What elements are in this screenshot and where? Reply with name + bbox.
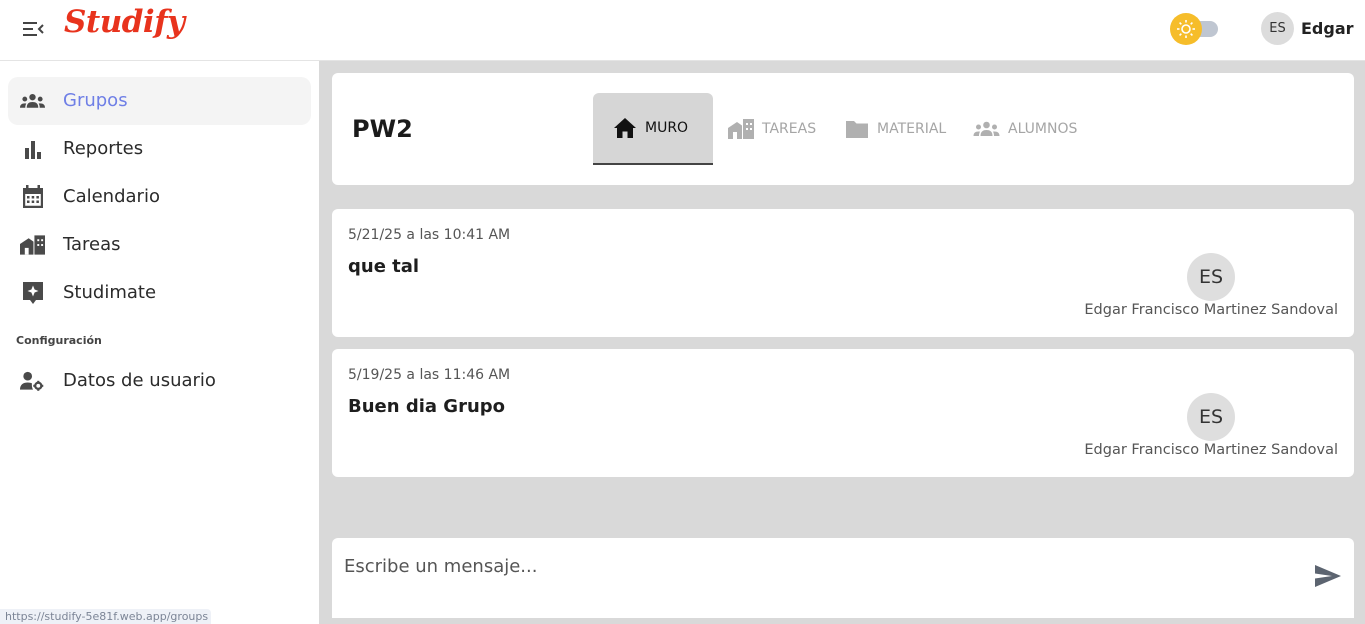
sun-icon: [1170, 13, 1202, 45]
send-icon[interactable]: [1314, 564, 1344, 590]
tab-label: ALUMNOS: [1008, 121, 1078, 137]
message-composer: [332, 538, 1354, 618]
sidebar-item-label: Calendario: [63, 186, 160, 207]
tasks-icon: [728, 118, 754, 140]
logo[interactable]: Studify: [64, 4, 185, 40]
group-title: PW2: [352, 115, 413, 143]
user-settings-icon: [20, 369, 45, 393]
menu-collapse-icon[interactable]: [21, 18, 45, 40]
post-author: Edgar Francisco Martinez Sandoval: [1084, 302, 1338, 318]
tasks-icon: [20, 233, 45, 257]
sidebar-item-reportes[interactable]: Reportes: [8, 125, 311, 173]
post-text: Buen dia Grupo: [348, 396, 506, 417]
home-icon: [613, 117, 637, 139]
sparkle-badge-icon: [20, 281, 45, 305]
avatar: ES: [1187, 393, 1235, 441]
message-input[interactable]: [344, 550, 1304, 582]
post-author: Edgar Francisco Martinez Sandoval: [1084, 442, 1338, 458]
sidebar-item-label: Studimate: [63, 282, 157, 303]
sidebar: Grupos Reportes Calendario Tareas Studim…: [0, 61, 319, 624]
tab-material[interactable]: MATERIAL: [845, 93, 946, 165]
user-menu[interactable]: ES Edgar: [1261, 12, 1354, 45]
post-card: 5/19/25 a las 11:46 AM Buen dia Grupo ES…: [332, 349, 1354, 477]
top-bar: Studify ES Edgar: [0, 0, 1365, 61]
sidebar-item-studimate[interactable]: Studimate: [8, 269, 311, 317]
calendar-icon: [20, 185, 45, 209]
sidebar-item-label: Datos de usuario: [63, 370, 216, 391]
section-label-configuracion: Configuración: [16, 334, 102, 347]
folder-icon: [845, 119, 869, 139]
tab-label: MURO: [645, 120, 689, 136]
sidebar-item-calendario[interactable]: Calendario: [8, 173, 311, 221]
tab-label: TAREAS: [762, 121, 817, 137]
avatar: ES: [1261, 12, 1294, 45]
post-card: 5/21/25 a las 10:41 AM que tal ES Edgar …: [332, 209, 1354, 337]
sidebar-item-label: Tareas: [63, 234, 121, 255]
group-header-card: PW2 MURO TAREAS MATERIAL ALUMNOS: [332, 73, 1354, 185]
post-date: 5/21/25 a las 10:41 AM: [348, 227, 511, 243]
groups-icon: [20, 89, 45, 113]
post-text: que tal: [348, 256, 420, 277]
bar-chart-icon: [20, 137, 45, 161]
sidebar-item-label: Grupos: [63, 90, 128, 111]
tab-label: MATERIAL: [877, 121, 947, 137]
sidebar-item-label: Reportes: [63, 138, 144, 159]
user-name: Edgar: [1301, 19, 1354, 38]
sidebar-item-grupos[interactable]: Grupos: [8, 77, 311, 125]
people-icon: [973, 121, 1000, 137]
status-url: https://studify-5e81f.web.app/groups: [0, 609, 211, 624]
sidebar-item-datos-de-usuario[interactable]: Datos de usuario: [8, 357, 311, 405]
main-content: PW2 MURO TAREAS MATERIAL ALUMNOS 5/21/25…: [319, 61, 1365, 624]
tab-tareas[interactable]: TAREAS: [728, 93, 816, 165]
post-date: 5/19/25 a las 11:46 AM: [348, 367, 511, 383]
theme-toggle[interactable]: [1170, 13, 1220, 45]
sidebar-item-tareas[interactable]: Tareas: [8, 221, 311, 269]
tab-muro[interactable]: MURO: [593, 93, 713, 165]
tab-alumnos[interactable]: ALUMNOS: [973, 93, 1077, 165]
avatar: ES: [1187, 253, 1235, 301]
